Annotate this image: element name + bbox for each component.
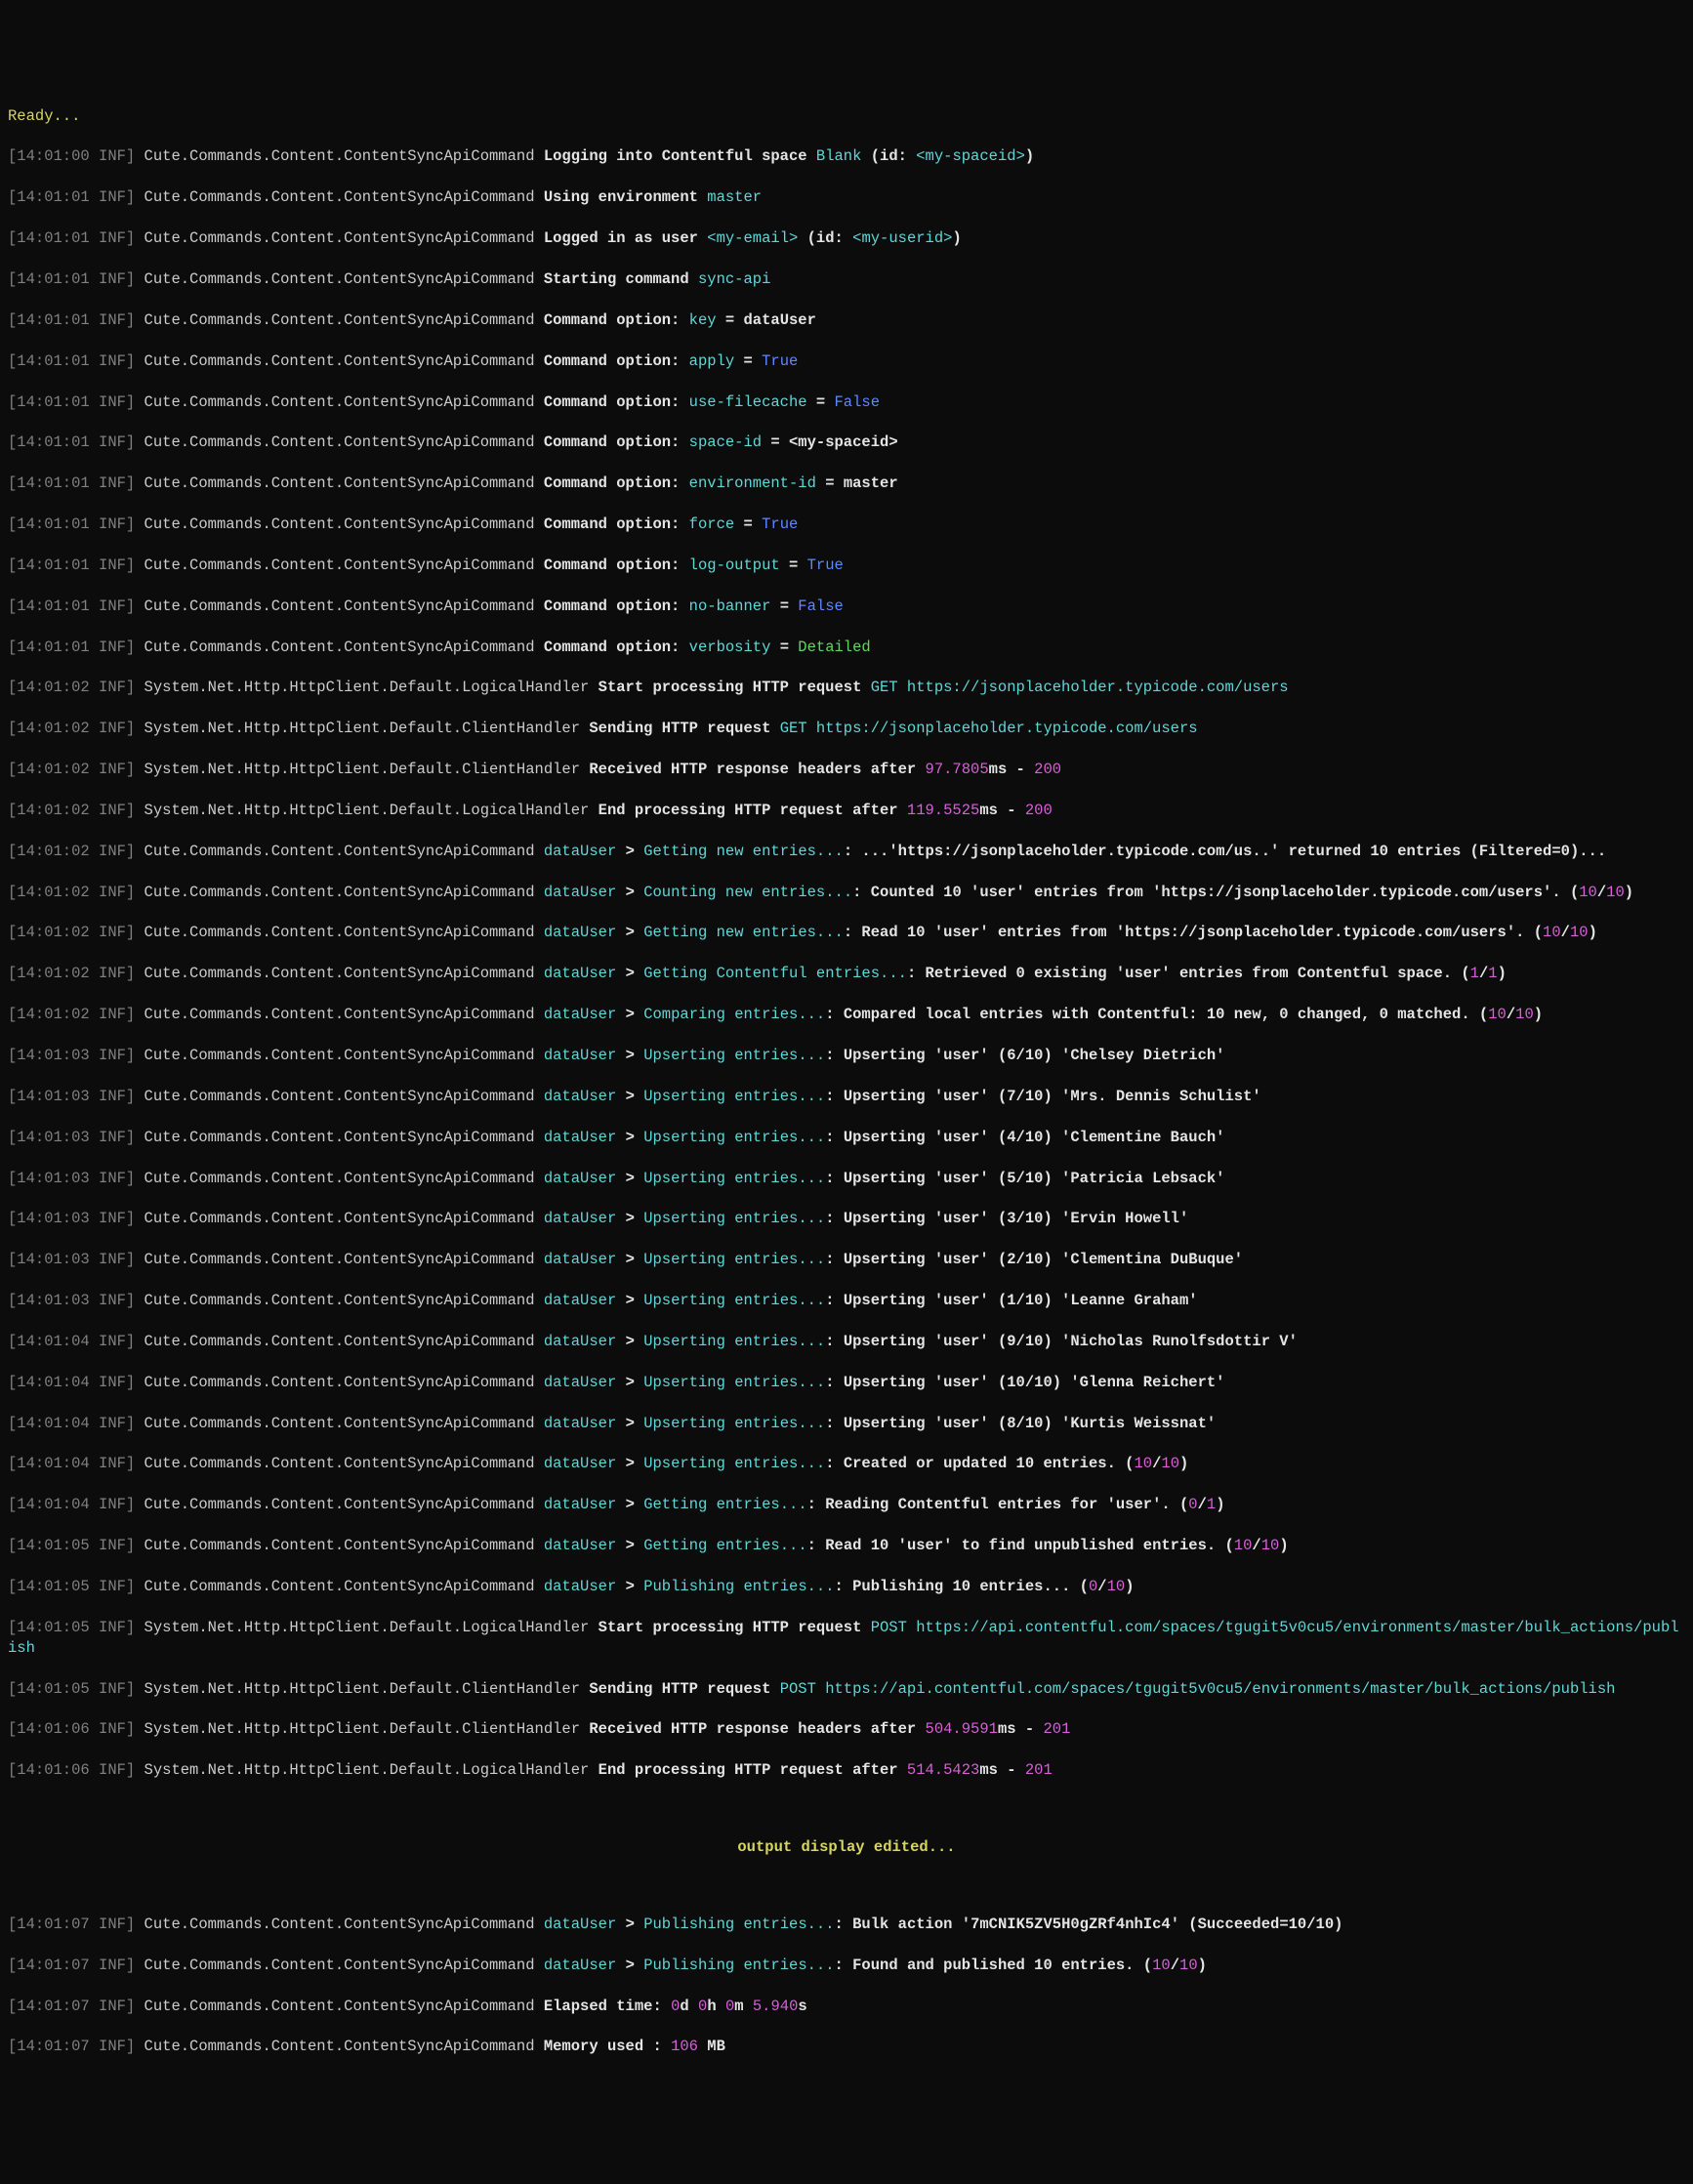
log-line: [14:01:04 INF] Cute.Commands.Content.Con… [8,1495,1685,1515]
log-line: [14:01:01 INF] Cute.Commands.Content.Con… [8,228,1685,249]
log-line: [14:01:02 INF] Cute.Commands.Content.Con… [8,1005,1685,1025]
log-line: [14:01:04 INF] Cute.Commands.Content.Con… [8,1454,1685,1474]
log-line: [14:01:03 INF] Cute.Commands.Content.Con… [8,1087,1685,1107]
log-line: [14:01:07 INF] Cute.Commands.Content.Con… [8,1956,1685,1976]
log-line: Ready... [8,106,1685,127]
log-line: [14:01:03 INF] Cute.Commands.Content.Con… [8,1046,1685,1066]
log-line: [14:01:02 INF] Cute.Commands.Content.Con… [8,842,1685,862]
log-line: [14:01:01 INF] Cute.Commands.Content.Con… [8,310,1685,331]
log-line: [14:01:07 INF] Cute.Commands.Content.Con… [8,2037,1685,2057]
log-line: [14:01:01 INF] Cute.Commands.Content.Con… [8,351,1685,372]
log-line: [14:01:02 INF] System.Net.Http.HttpClien… [8,678,1685,698]
log-line: [14:01:01 INF] Cute.Commands.Content.Con… [8,474,1685,494]
log-line: [14:01:02 INF] Cute.Commands.Content.Con… [8,923,1685,943]
log-line: [14:01:03 INF] Cute.Commands.Content.Con… [8,1209,1685,1229]
log-line: [14:01:04 INF] Cute.Commands.Content.Con… [8,1332,1685,1352]
log-line: [14:01:05 INF] Cute.Commands.Content.Con… [8,1536,1685,1556]
log-line: [14:01:03 INF] Cute.Commands.Content.Con… [8,1250,1685,1270]
log-line: [14:01:02 INF] System.Net.Http.HttpClien… [8,801,1685,821]
log-line: [14:01:03 INF] Cute.Commands.Content.Con… [8,1291,1685,1311]
log-line: [14:01:05 INF] System.Net.Http.HttpClien… [8,1618,1685,1659]
terminal-output[interactable]: Ready... [14:01:00 INF] Cute.Commands.Co… [8,86,1685,2079]
log-line: [14:01:01 INF] Cute.Commands.Content.Con… [8,392,1685,413]
log-line: [14:01:01 INF] Cute.Commands.Content.Con… [8,433,1685,453]
log-line: [14:01:01 INF] Cute.Commands.Content.Con… [8,597,1685,617]
log-line: [14:01:01 INF] Cute.Commands.Content.Con… [8,638,1685,658]
log-line: [14:01:05 INF] Cute.Commands.Content.Con… [8,1577,1685,1597]
log-line: [14:01:04 INF] Cute.Commands.Content.Con… [8,1414,1685,1434]
log-line: [14:01:02 INF] System.Net.Http.HttpClien… [8,760,1685,780]
log-line: [14:01:01 INF] Cute.Commands.Content.Con… [8,269,1685,290]
log-line: [14:01:02 INF] System.Net.Http.HttpClien… [8,719,1685,739]
log-line: [14:01:03 INF] Cute.Commands.Content.Con… [8,1128,1685,1148]
log-line: [14:01:05 INF] System.Net.Http.HttpClien… [8,1679,1685,1700]
edited-notice: output display edited... [8,1837,1685,1858]
log-line: [14:01:07 INF] Cute.Commands.Content.Con… [8,1915,1685,1935]
log-line: [14:01:06 INF] System.Net.Http.HttpClien… [8,1719,1685,1740]
log-line: [14:01:06 INF] System.Net.Http.HttpClien… [8,1760,1685,1781]
log-line: [14:01:02 INF] Cute.Commands.Content.Con… [8,883,1685,903]
log-line: [14:01:01 INF] Cute.Commands.Content.Con… [8,515,1685,535]
log-line: [14:01:03 INF] Cute.Commands.Content.Con… [8,1169,1685,1189]
log-line: [14:01:07 INF] Cute.Commands.Content.Con… [8,1997,1685,2017]
log-line: [14:01:01 INF] Cute.Commands.Content.Con… [8,187,1685,208]
log-line: [14:01:01 INF] Cute.Commands.Content.Con… [8,556,1685,576]
log-line: [14:01:00 INF] Cute.Commands.Content.Con… [8,146,1685,167]
log-line: [14:01:04 INF] Cute.Commands.Content.Con… [8,1373,1685,1393]
log-line: [14:01:02 INF] Cute.Commands.Content.Con… [8,964,1685,984]
